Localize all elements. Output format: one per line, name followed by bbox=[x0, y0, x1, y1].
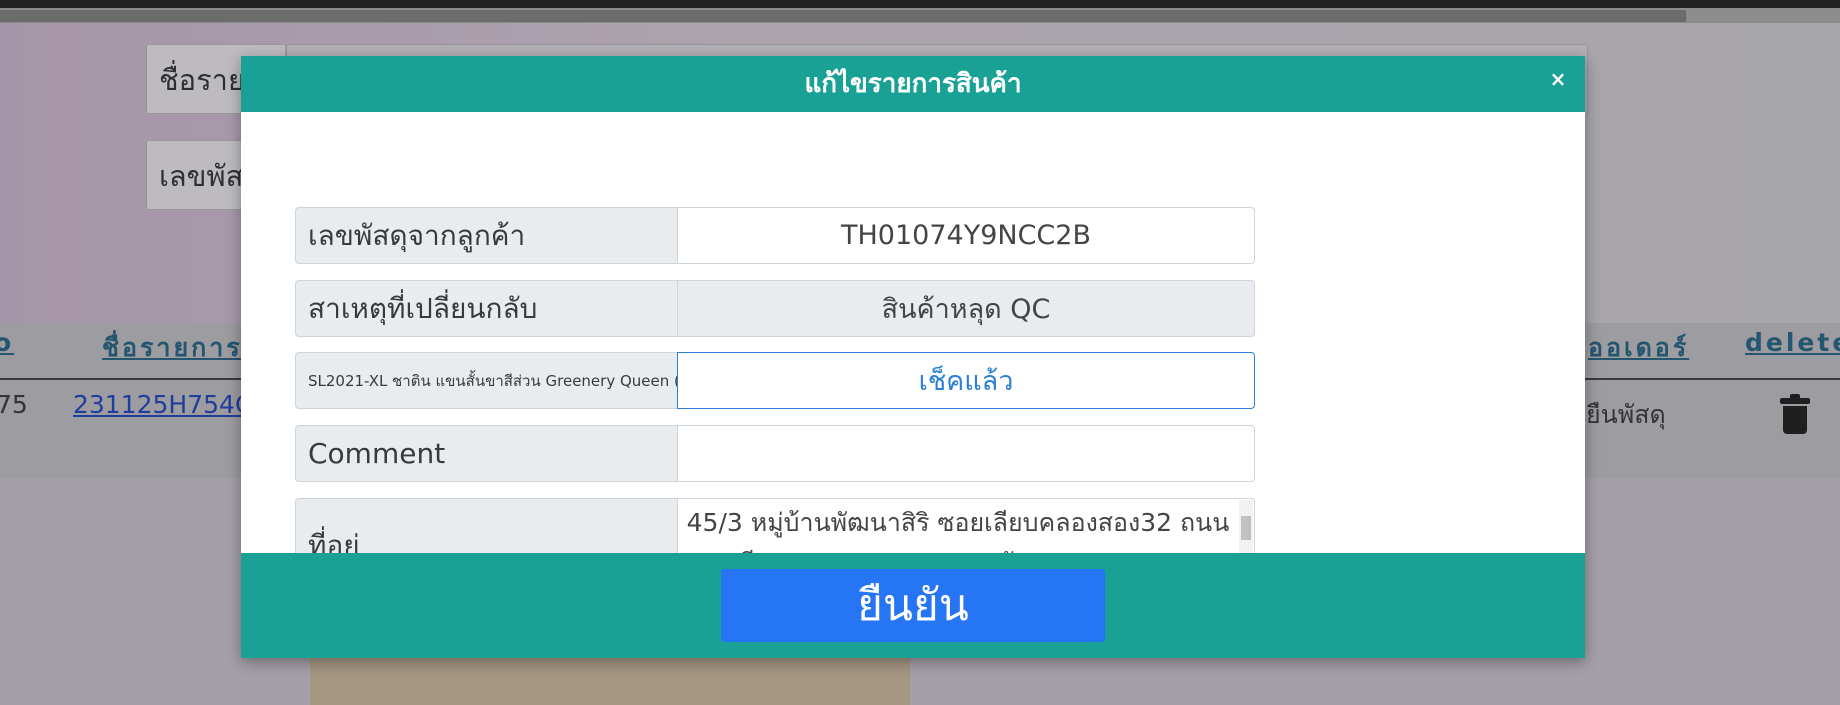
product-name-label: SL2021-XL ชาติน แขนสั้นขาสีส่วน Greenery… bbox=[295, 352, 678, 409]
bg-header-id[interactable]: o bbox=[0, 328, 14, 357]
bg-header-order[interactable]: ออเดอร์ bbox=[1588, 328, 1689, 368]
product-check-input[interactable]: เช็คแล้ว bbox=[677, 352, 1255, 409]
window-top-bar bbox=[0, 0, 1840, 8]
bg-header-delete[interactable]: delete bbox=[1745, 328, 1840, 357]
return-reason-row: สาเหตุที่เปลี่ยนกลับ สินค้าหลุด QC bbox=[295, 280, 1255, 337]
edit-item-modal: แก้ไขรายการสินค้า × เลขพัสดุจากลูกค้า TH… bbox=[241, 56, 1585, 658]
horizontal-scrollbar-thumb[interactable] bbox=[0, 10, 1686, 22]
comment-label: Comment bbox=[295, 425, 678, 482]
return-reason-select[interactable]: สินค้าหลุด QC bbox=[677, 280, 1255, 337]
tracking-number-input[interactable]: TH01074Y9NCC2B bbox=[677, 207, 1255, 264]
modal-header: แก้ไขรายการสินค้า × bbox=[241, 56, 1585, 112]
modal-body: เลขพัสดุจากลูกค้า TH01074Y9NCC2B สาเหตุท… bbox=[241, 112, 1585, 609]
close-icon[interactable]: × bbox=[1547, 68, 1569, 90]
modal-title: แก้ไขรายการสินค้า bbox=[804, 69, 1022, 99]
tracking-number-label: เลขพัสดุจากลูกค้า bbox=[295, 207, 678, 264]
product-check-row: SL2021-XL ชาติน แขนสั้นขาสีส่วน Greenery… bbox=[295, 352, 1255, 409]
trash-icon[interactable] bbox=[1780, 394, 1810, 434]
modal-footer: ยืนยัน bbox=[241, 553, 1585, 658]
bg-cell-status: ยืนพัสดุ bbox=[1586, 400, 1666, 429]
bg-order-link[interactable]: 231125H754GY bbox=[73, 390, 268, 419]
address-scrollbar-thumb[interactable] bbox=[1241, 516, 1251, 540]
tracking-number-row: เลขพัสดุจากลูกค้า TH01074Y9NCC2B bbox=[295, 207, 1255, 264]
confirm-button[interactable]: ยืนยัน bbox=[721, 569, 1105, 642]
comment-input[interactable] bbox=[677, 425, 1255, 482]
bg-cell-id: 75 bbox=[0, 390, 28, 419]
bg-header-item-name[interactable]: ชื่อรายการ bbox=[102, 328, 243, 368]
comment-row: Comment bbox=[295, 425, 1255, 482]
return-reason-label: สาเหตุที่เปลี่ยนกลับ bbox=[295, 280, 678, 337]
